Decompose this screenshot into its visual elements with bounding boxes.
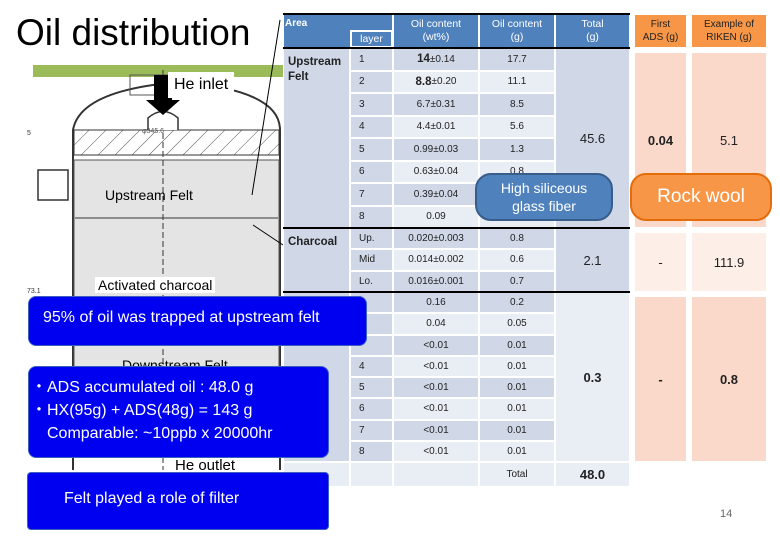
section-divider (283, 47, 630, 49)
wt-error: ±0.20 (431, 76, 457, 88)
layer-cell: 6 (350, 160, 393, 183)
rock-wool-bubble: Rock wool (630, 173, 772, 221)
header-riken: Example of RIKEN (g) (691, 14, 767, 48)
layer-cell: 3 (350, 93, 393, 116)
header-total: Total (g) (555, 14, 630, 48)
wt-value: 8.8 (415, 75, 432, 88)
wt-cell: <0.01 (393, 398, 479, 420)
wt-cell: <0.01 (393, 440, 479, 462)
layer-cell: 5 (350, 138, 393, 161)
g-cell: 0.2 (479, 292, 555, 314)
g-cell: 1.3 (479, 138, 555, 161)
layer-cell: 7 (350, 183, 393, 206)
layer-cell: 2 (350, 70, 393, 93)
wt-cell: <0.01 (393, 377, 479, 399)
layer-cell: 5 (350, 377, 393, 399)
wt-cell: 0.04 (393, 313, 479, 335)
wt-cell: 0.99±0.03 (393, 138, 479, 161)
layer-cell: 8 (350, 440, 393, 462)
wt-cell: 4.4±0.01 (393, 115, 479, 138)
wt-cell: 6.7±0.31 (393, 93, 479, 116)
wt-cell: 0.63±0.04 (393, 160, 479, 183)
riken-value: 0.8 (691, 296, 767, 462)
summary-line: ・HX(95g) + ADS(48g) = 143 g (31, 402, 253, 419)
layer-cell: 6 (350, 398, 393, 420)
wt-cell: 0.16 (393, 292, 479, 314)
g-cell: 17.7 (479, 48, 555, 71)
g-cell: 0.01 (479, 355, 555, 377)
g-cell: 0.01 (479, 377, 555, 399)
wt-cell: 0.020±0.003 (393, 228, 479, 250)
g-cell: 0.6 (479, 249, 555, 271)
layer-cell: Up. (350, 228, 393, 250)
grand-total: 48.0 (555, 462, 630, 487)
g-cell: 11.1 (479, 70, 555, 93)
wt-cell: <0.01 (393, 334, 479, 356)
g-cell: 0.01 (479, 334, 555, 356)
layer-cell: 4 (350, 115, 393, 138)
first-ads-value: - (634, 232, 687, 292)
wt-cell: 0.014±0.002 (393, 249, 479, 271)
section-total: 2.1 (555, 228, 630, 292)
first-ads-value: - (634, 296, 687, 462)
wt-cell: 0.39±0.04 (393, 183, 479, 206)
layer-cell: Mid (350, 249, 393, 271)
area-label: Charcoal (283, 228, 350, 292)
header-area: Area (285, 17, 308, 29)
g-cell: 0.7 (479, 270, 555, 292)
layer-cell: 7 (350, 419, 393, 441)
g-cell: 8.5 (479, 93, 555, 116)
table-top-border (283, 13, 630, 15)
summary-callout: ・ADS accumulated oil : 48.0 g ・HX(95g) +… (28, 366, 329, 458)
header-layer: layer (350, 30, 393, 48)
g-cell: 0.8 (479, 228, 555, 250)
header-g: Oil content (g) (479, 14, 555, 48)
g-cell: 0.01 (479, 419, 555, 441)
layer-cell: 8 (350, 205, 393, 228)
page-number: 14 (720, 508, 733, 520)
glass-fiber-bubble: High siliceous glass fiber (475, 173, 613, 221)
wt-cell: <0.01 (393, 355, 479, 377)
layer-cell: Lo. (350, 270, 393, 292)
filter-callout: Felt played a role of filter (27, 472, 329, 530)
summary-line: ・ADS accumulated oil : 48.0 g (31, 379, 254, 396)
wt-error: ±0.14 (429, 53, 455, 65)
total-row-layer (350, 462, 393, 487)
wt-cell: 0.016±0.001 (393, 270, 479, 292)
section-divider (283, 291, 630, 293)
area-label: Upstream Felt (283, 48, 350, 228)
g-cell: 0.01 (479, 398, 555, 420)
trapped-callout: 95% of oil was trapped at upstream felt (28, 296, 367, 346)
header-wt: Oil content (wt%) (393, 14, 479, 48)
section-divider (283, 227, 630, 229)
layer-cell: 1 (350, 48, 393, 71)
layer-cell: 4 (350, 355, 393, 377)
wt-cell: 14 ±0.14 (393, 48, 479, 71)
total-row-wt (393, 462, 479, 487)
wt-cell: 0.09 (393, 205, 479, 228)
section-total: 0.3 (555, 292, 630, 462)
g-cell: 0.05 (479, 313, 555, 335)
wt-cell: <0.01 (393, 419, 479, 441)
g-cell: 0.01 (479, 440, 555, 462)
wt-value: 14 (417, 53, 430, 66)
riken-value: 111.9 (691, 232, 767, 292)
wt-cell: 8.8 ±0.20 (393, 70, 479, 93)
total-label: Total (479, 462, 555, 487)
summary-line: Comparable: ~10ppb x 20000hr (31, 425, 273, 442)
header-first-ads: First ADS (g) (634, 14, 687, 48)
g-cell: 5.6 (479, 115, 555, 138)
